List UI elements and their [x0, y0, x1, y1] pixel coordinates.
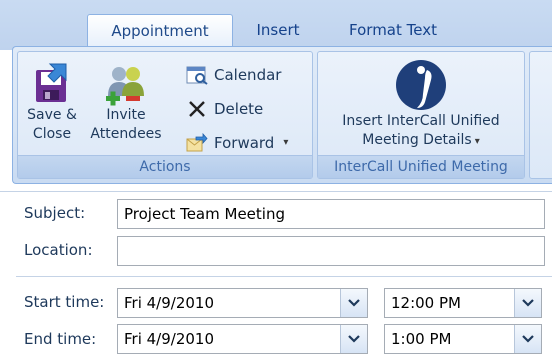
intercall-group: Insert InterCall Unified Meeting Details…	[317, 51, 525, 179]
delete-button[interactable]: Delete	[186, 96, 263, 122]
calendar-label: Calendar	[214, 66, 282, 84]
invite-attendees-label-line2: Attendees	[90, 126, 162, 142]
start-time-dropdown-button[interactable]	[514, 289, 541, 317]
start-time-label: Start time:	[24, 293, 105, 311]
end-date-value: Fri 4/9/2010	[124, 330, 215, 348]
save-close-button[interactable]: Save & Close	[24, 62, 80, 144]
end-time-value: 1:00 PM	[391, 330, 452, 348]
tab-insert[interactable]: Insert	[240, 14, 316, 46]
insert-intercall-label-line2: Meeting Details ▾	[362, 132, 480, 148]
end-date-select[interactable]: Fri 4/9/2010	[117, 324, 368, 354]
ribbon-tab-strip: Appointment Insert Format Text	[0, 0, 552, 50]
calendar-icon	[186, 66, 208, 85]
insert-intercall-label-line1: Insert InterCall Unified	[342, 113, 500, 129]
start-date-select[interactable]: Fri 4/9/2010	[117, 288, 368, 318]
start-date-dropdown-button[interactable]	[340, 289, 367, 317]
end-date-dropdown-button[interactable]	[340, 325, 367, 353]
next-group-partial	[529, 51, 552, 179]
start-date-value: Fri 4/9/2010	[124, 294, 215, 312]
end-time-label: End time:	[24, 330, 97, 348]
chevron-down-icon	[348, 335, 360, 343]
end-time-dropdown-button[interactable]	[514, 325, 541, 353]
actions-group-label: Actions	[18, 155, 312, 178]
location-field[interactable]	[117, 236, 545, 266]
tab-format-text[interactable]: Format Text	[330, 14, 456, 46]
end-time-select[interactable]: 1:00 PM	[384, 324, 542, 354]
chevron-down-icon	[522, 299, 534, 307]
ribbon: Save & Close Invite Attendees Calendar D…	[12, 46, 552, 184]
chevron-down-icon	[522, 335, 534, 343]
insert-intercall-dropdown-arrow-icon[interactable]: ▾	[475, 136, 480, 147]
save-close-label-line1: Save &	[27, 107, 77, 123]
forward-button[interactable]: Forward ▾	[186, 130, 288, 156]
invite-attendees-label-line1: Invite	[106, 107, 146, 123]
forward-icon	[186, 133, 208, 152]
insert-intercall-details-button[interactable]: Insert InterCall Unified Meeting Details…	[318, 58, 524, 151]
delete-x-icon	[189, 101, 205, 117]
subject-field[interactable]: Project Team Meeting	[117, 199, 545, 229]
delete-label: Delete	[214, 100, 264, 118]
time-section-divider	[16, 276, 552, 277]
forward-dropdown-arrow-icon[interactable]: ▾	[283, 130, 288, 156]
start-time-value: 12:00 PM	[391, 294, 461, 312]
location-label: Location:	[24, 241, 93, 259]
save-close-label-line2: Close	[32, 126, 72, 142]
subject-label: Subject:	[24, 204, 86, 222]
calendar-button[interactable]: Calendar	[186, 62, 281, 88]
intercall-group-label: InterCall Unified Meeting	[318, 155, 524, 178]
chevron-down-icon	[348, 299, 360, 307]
invite-attendees-button[interactable]: Invite Attendees	[84, 62, 168, 144]
save-disk-icon	[36, 63, 67, 102]
attendees-icon	[106, 67, 144, 106]
intercall-logo-icon	[396, 60, 446, 110]
tab-appointment[interactable]: Appointment	[87, 14, 233, 47]
start-time-select[interactable]: 12:00 PM	[384, 288, 542, 318]
forward-label: Forward	[214, 134, 275, 152]
actions-group: Save & Close Invite Attendees Calendar D…	[17, 51, 313, 179]
ribbon-divider	[0, 191, 552, 192]
